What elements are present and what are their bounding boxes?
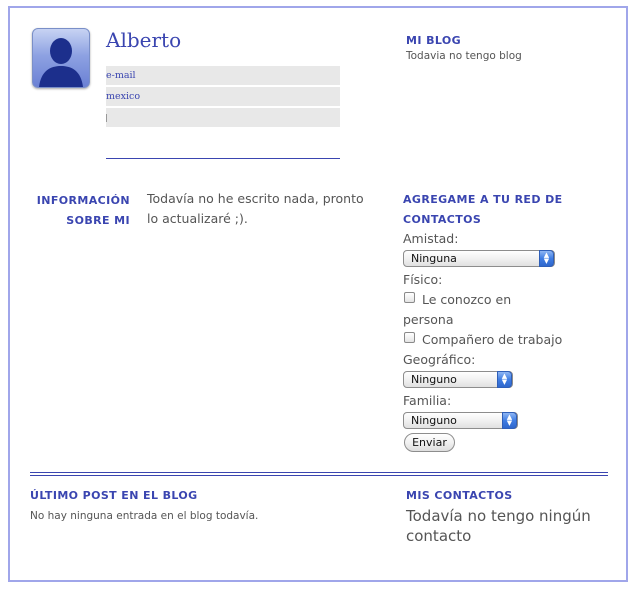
checkbox-companero[interactable] [404,332,415,343]
amistad-select-value: Ninguna [411,252,457,265]
blog-heading: MI BLOG [406,34,462,47]
last-post-heading: ÚLTIMO POST EN EL BLOG [30,489,198,502]
avatar[interactable] [32,28,90,88]
geografico-select[interactable]: Ninguno ▲ ▼ [403,371,513,388]
network-heading: AGREGAME A TU RED DE CONTACTOS [403,190,563,230]
select-arrows-icon: ▲ ▼ [539,250,554,267]
network-heading-line1: AGREGAME A TU RED DE [403,193,563,206]
familia-label: Familia: [403,393,452,408]
blog-text: Todavia no tengo blog [406,50,522,62]
network-heading-line2: CONTACTOS [403,213,482,226]
about-text: Todavía no he escrito nada, pronto lo ac… [147,189,364,229]
last-post-text: No hay ninguna entrada en el blog todaví… [30,510,259,522]
geografico-label: Geográfico: [403,352,476,367]
profile-frame: Alberto e-mail mexico MI BLOG Todavia no… [8,6,628,582]
text-caret [106,114,107,122]
about-heading-line1: INFORMACIÓN [36,194,130,207]
checkbox-le-conozco[interactable] [404,292,415,303]
checkbox-le-conozco-label-line2: persona [403,312,454,327]
section-divider-top [30,472,608,473]
profile-extra-row [106,108,340,127]
checkbox-le-conozco-label-line1: Le conozco en [422,292,512,307]
contacts-text-line2: contacto [406,527,472,545]
about-text-line1: Todavía no he escrito nada, pronto [147,191,364,206]
contacts-heading: MIS CONTACTOS [406,489,513,502]
about-heading-line2: SOBRE MI [66,214,130,227]
profile-name: Alberto [106,28,182,52]
amistad-select[interactable]: Ninguna ▲ ▼ [403,250,555,267]
select-arrows-icon: ▲ ▼ [497,371,512,388]
about-text-line2: lo actualizaré ;). [147,211,248,226]
checkbox-companero-label: Compañero de trabajo [422,332,563,347]
profile-email-row[interactable]: e-mail [106,66,340,85]
select-arrows-icon: ▲ ▼ [502,412,517,429]
contacts-text: Todavía no tengo ningún contacto [406,506,591,546]
about-heading: INFORMACIÓN SOBRE MI [30,191,130,231]
fisico-label: Físico: [403,272,443,287]
geografico-select-value: Ninguno [411,373,457,386]
profile-location-row: mexico [106,87,340,106]
person-silhouette-icon [39,38,83,87]
amistad-label: Amistad: [403,231,459,246]
profile-underline [106,158,340,159]
familia-select[interactable]: Ninguno ▲ ▼ [403,412,518,429]
contacts-text-line1: Todavía no tengo ningún [406,507,591,525]
submit-button[interactable]: Enviar [404,433,455,452]
familia-select-value: Ninguno [411,414,457,427]
section-divider-bottom [30,475,608,476]
